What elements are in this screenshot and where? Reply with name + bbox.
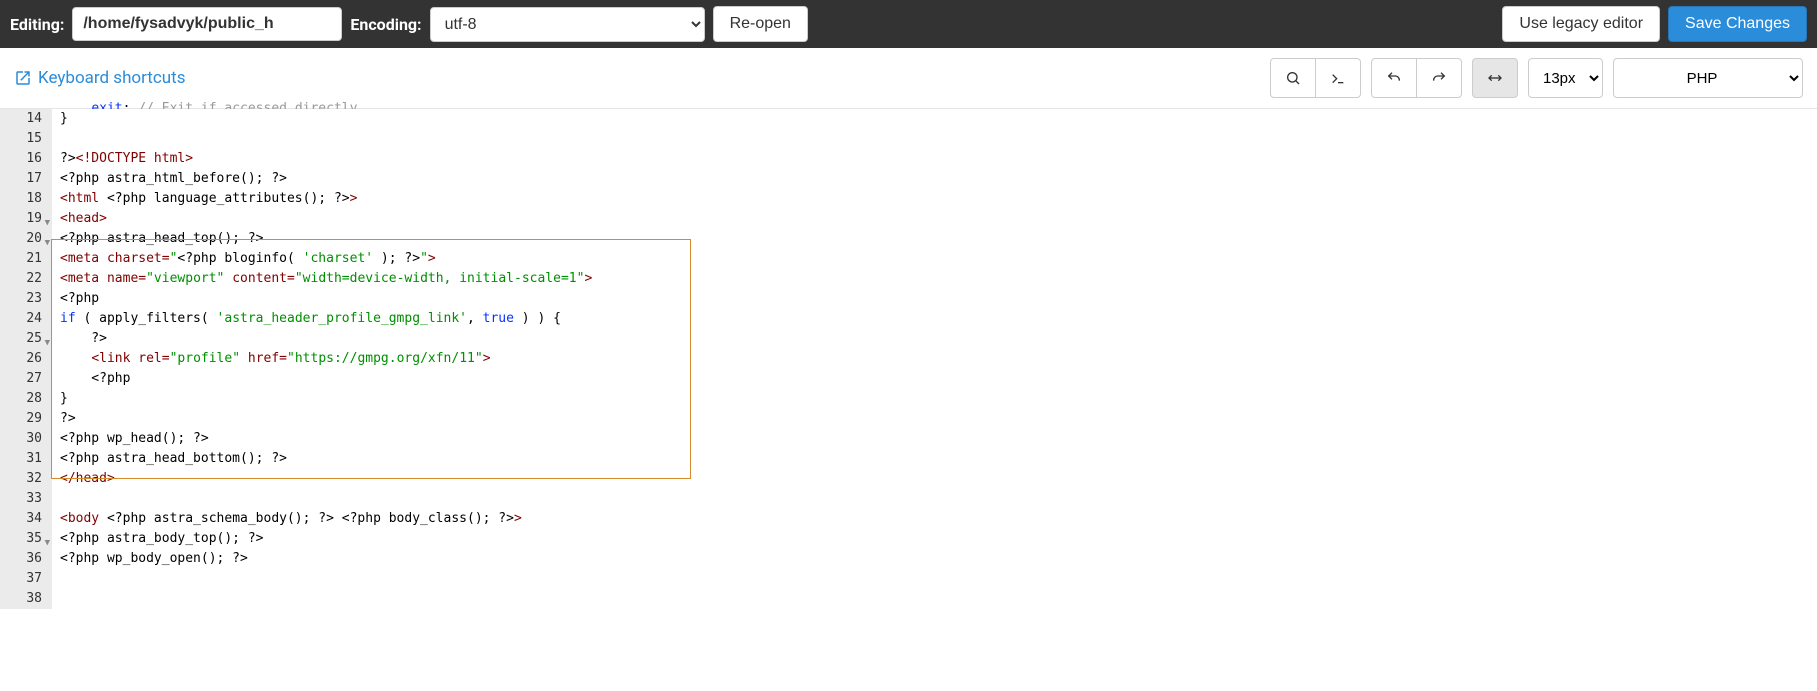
line-number: 38 xyxy=(4,589,42,609)
code-line[interactable]: } xyxy=(60,109,592,129)
code-line[interactable]: if ( apply_filters( 'astra_header_profil… xyxy=(60,309,592,329)
redo-button[interactable] xyxy=(1416,58,1462,98)
code-line[interactable] xyxy=(60,129,592,149)
code-line[interactable]: <?php wp_head(); ?> xyxy=(60,429,592,449)
arrows-horizontal-icon xyxy=(1487,70,1503,86)
code-line[interactable]: exit; // Exit if accessed directly. xyxy=(60,99,592,109)
code-editor[interactable]: 141516171819▼20▼2122232425▼2627282930313… xyxy=(0,109,1817,609)
code-line[interactable]: ?><!DOCTYPE html> xyxy=(60,149,592,169)
line-number: 37 xyxy=(4,569,42,589)
line-number: 17 xyxy=(4,169,42,189)
line-number: 29 xyxy=(4,409,42,429)
search-icon xyxy=(1285,70,1301,86)
editing-label: Editing: xyxy=(10,15,64,34)
line-number: 25▼ xyxy=(4,329,42,349)
line-number: 30 xyxy=(4,429,42,449)
code-line[interactable]: <body <?php astra_schema_body(); ?> <?ph… xyxy=(60,509,592,529)
line-number: 23 xyxy=(4,289,42,309)
code-line[interactable]: </head> xyxy=(60,469,592,489)
fold-icon[interactable]: ▼ xyxy=(45,333,50,353)
font-size-select[interactable]: 13px xyxy=(1528,58,1603,98)
line-number: 19▼ xyxy=(4,209,42,229)
encoding-select[interactable]: utf-8 xyxy=(430,7,705,42)
line-gutter: 141516171819▼20▼2122232425▼2627282930313… xyxy=(0,109,52,609)
reopen-button[interactable]: Re-open xyxy=(713,6,808,42)
file-path-input[interactable] xyxy=(72,7,342,41)
line-number: 21 xyxy=(4,249,42,269)
legacy-editor-button[interactable]: Use legacy editor xyxy=(1502,6,1660,42)
line-number: 24 xyxy=(4,309,42,329)
code-line[interactable]: <?php astra_head_top(); ?> xyxy=(60,229,592,249)
code-line[interactable] xyxy=(60,489,592,509)
line-number: 22 xyxy=(4,269,42,289)
line-number: 33 xyxy=(4,489,42,509)
code-line[interactable]: <html <?php language_attributes(); ?>> xyxy=(60,189,592,209)
code-line[interactable]: <?php astra_head_bottom(); ?> xyxy=(60,449,592,469)
redo-icon xyxy=(1431,70,1447,86)
line-number: 27 xyxy=(4,369,42,389)
save-changes-button[interactable]: Save Changes xyxy=(1668,6,1807,42)
search-button[interactable] xyxy=(1270,58,1316,98)
wrap-toggle-button[interactable] xyxy=(1472,58,1518,98)
fold-icon[interactable]: ▼ xyxy=(45,213,50,233)
line-number: 14 xyxy=(4,109,42,129)
line-number: 31 xyxy=(4,449,42,469)
line-number: 32 xyxy=(4,469,42,489)
code-line[interactable]: <head> xyxy=(60,209,592,229)
external-link-icon xyxy=(14,69,32,87)
code-line[interactable]: <link rel="profile" href="https://gmpg.o… xyxy=(60,349,592,369)
terminal-icon xyxy=(1330,70,1346,86)
code-line[interactable] xyxy=(60,569,592,589)
line-number: 34 xyxy=(4,509,42,529)
line-number: 26 xyxy=(4,349,42,369)
code-line[interactable]: <meta charset="<?php bloginfo( 'charset'… xyxy=(60,249,592,269)
code-line[interactable]: <?php astra_html_before(); ?> xyxy=(60,169,592,189)
code-line[interactable]: <?php xyxy=(60,369,592,389)
terminal-button[interactable] xyxy=(1315,58,1361,98)
fold-icon[interactable]: ▼ xyxy=(45,233,50,253)
language-select[interactable]: PHP xyxy=(1613,58,1803,98)
code-line[interactable]: <meta name="viewport" content="width=dev… xyxy=(60,269,592,289)
undo-button[interactable] xyxy=(1371,58,1417,98)
code-line[interactable]: ?> xyxy=(60,409,592,429)
code-area[interactable]: exit; // Exit if accessed directly.} ?><… xyxy=(52,109,592,609)
line-number: 20▼ xyxy=(4,229,42,249)
line-number: 15 xyxy=(4,129,42,149)
line-number: 18 xyxy=(4,189,42,209)
line-number: 16 xyxy=(4,149,42,169)
code-line[interactable]: } xyxy=(60,389,592,409)
encoding-label: Encoding: xyxy=(350,15,421,34)
line-number: 36 xyxy=(4,549,42,569)
keyboard-shortcuts-link[interactable]: Keyboard shortcuts xyxy=(14,68,185,88)
code-line[interactable]: <?php astra_body_top(); ?> xyxy=(60,529,592,549)
top-bar: Editing: Encoding: utf-8 Re-open Use leg… xyxy=(0,0,1817,48)
fold-icon[interactable]: ▼ xyxy=(45,533,50,553)
code-line[interactable]: <?php xyxy=(60,289,592,309)
code-line[interactable]: ?> xyxy=(60,329,592,349)
undo-icon xyxy=(1386,70,1402,86)
line-number: 28 xyxy=(4,389,42,409)
code-line[interactable]: <?php wp_body_open(); ?> xyxy=(60,549,592,569)
line-number: 35▼ xyxy=(4,529,42,549)
